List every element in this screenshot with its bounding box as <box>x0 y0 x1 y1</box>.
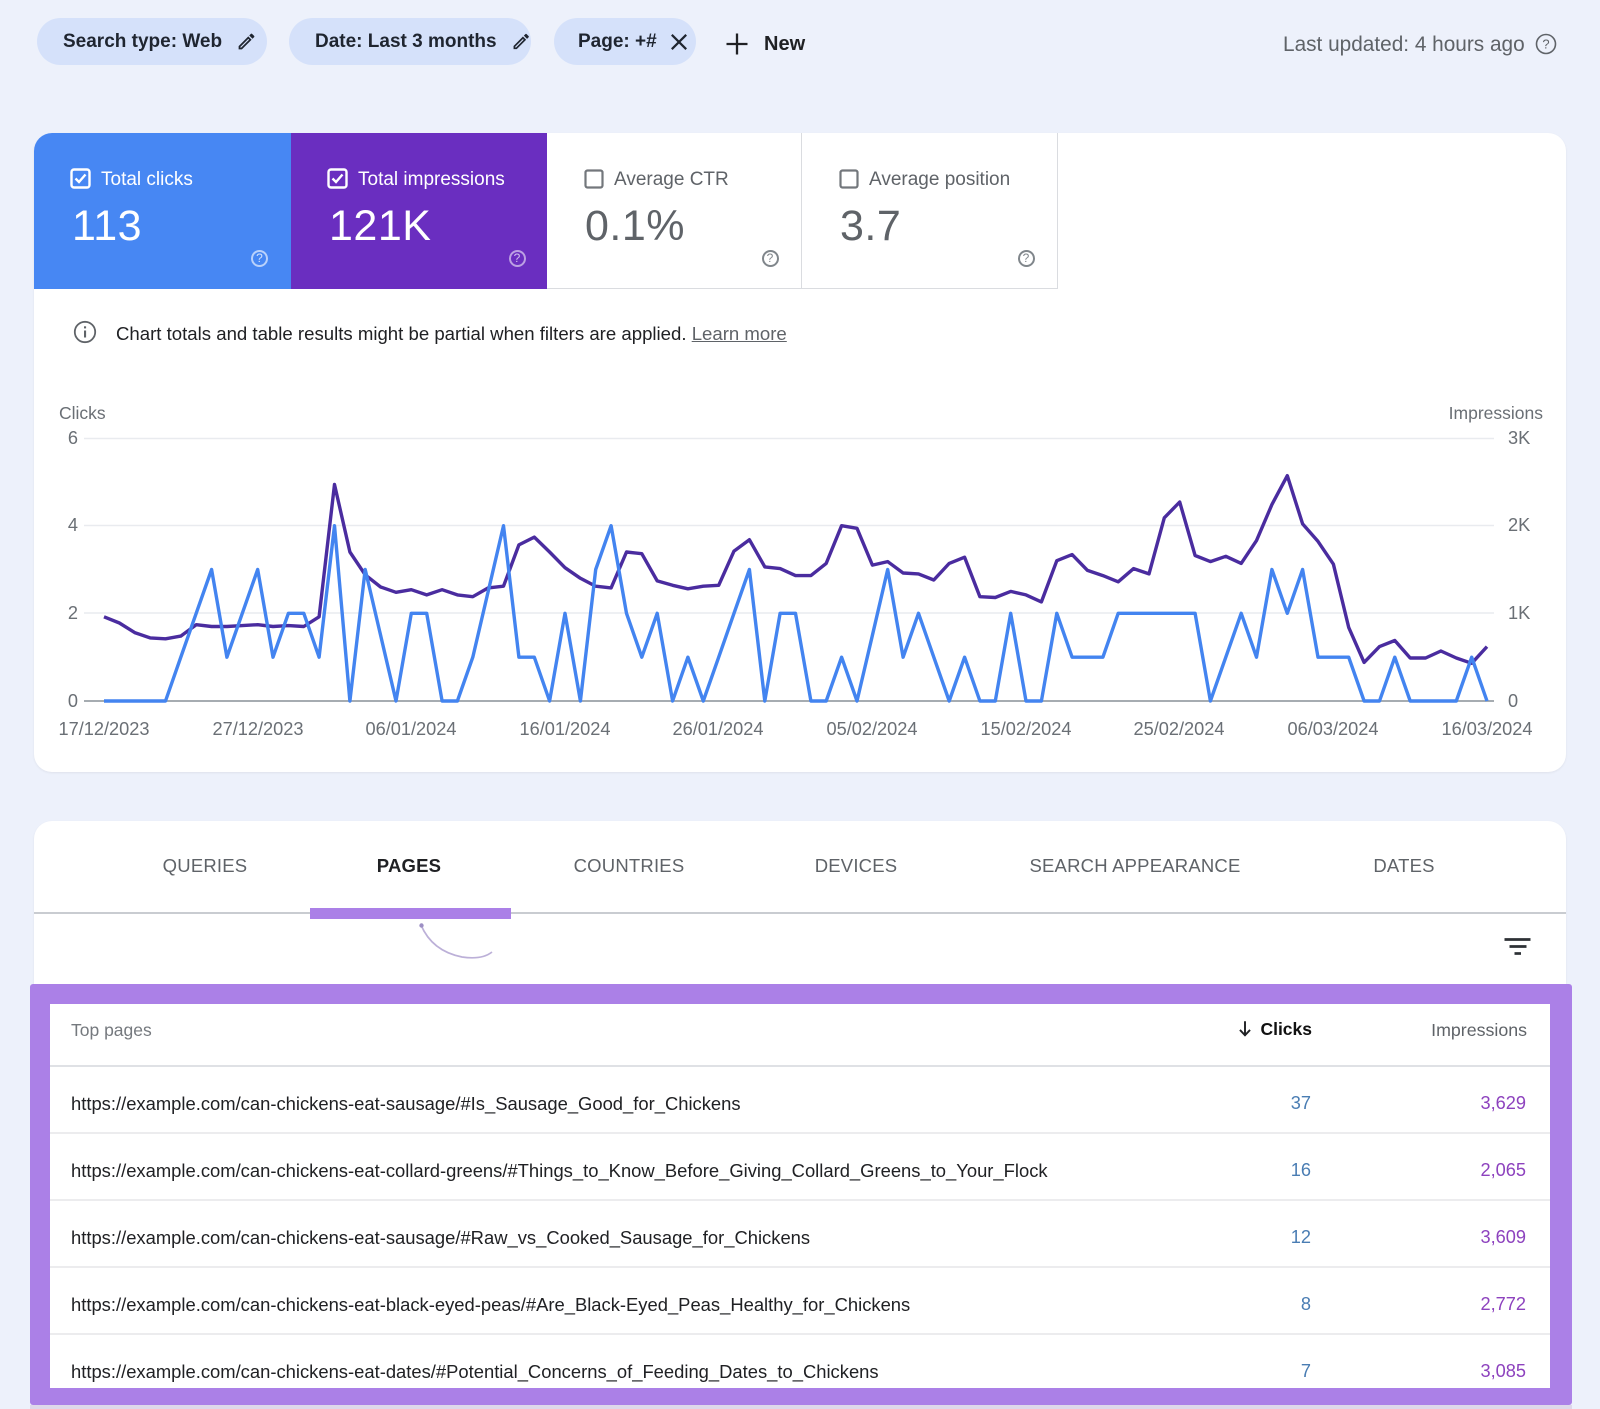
svg-text:Impressions: Impressions <box>1449 403 1544 423</box>
svg-text:2: 2 <box>68 603 78 623</box>
svg-text:6: 6 <box>68 428 78 448</box>
svg-text:0: 0 <box>68 691 78 711</box>
svg-text:06/01/2024: 06/01/2024 <box>365 719 456 739</box>
svg-text:0: 0 <box>1508 691 1518 711</box>
svg-text:25/02/2024: 25/02/2024 <box>1133 719 1224 739</box>
svg-text:2K: 2K <box>1508 515 1530 535</box>
svg-text:15/02/2024: 15/02/2024 <box>980 719 1071 739</box>
svg-text:4: 4 <box>68 515 78 535</box>
svg-text:16/01/2024: 16/01/2024 <box>519 719 610 739</box>
svg-text:Clicks: Clicks <box>59 403 106 423</box>
svg-text:3K: 3K <box>1508 428 1530 448</box>
svg-text:06/03/2024: 06/03/2024 <box>1287 719 1378 739</box>
svg-text:17/12/2023: 17/12/2023 <box>58 719 149 739</box>
svg-text:27/12/2023: 27/12/2023 <box>212 719 303 739</box>
svg-text:1K: 1K <box>1508 603 1530 623</box>
svg-text:05/02/2024: 05/02/2024 <box>826 719 917 739</box>
svg-text:26/01/2024: 26/01/2024 <box>672 719 763 739</box>
svg-text:16/03/2024: 16/03/2024 <box>1441 719 1532 739</box>
